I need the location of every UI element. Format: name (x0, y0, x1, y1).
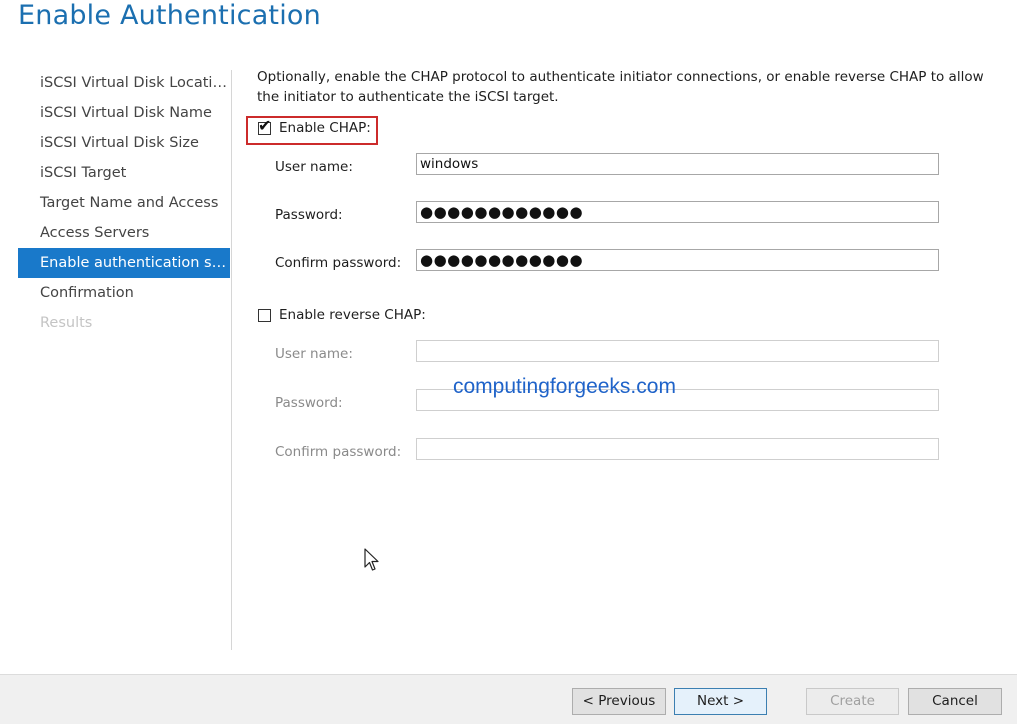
wizard-steps-nav: iSCSI Virtual Disk Location iSCSI Virtua… (18, 68, 230, 338)
page-title: Enable Authentication (18, 0, 321, 31)
enable-reverse-chap-label: Enable reverse CHAP: (279, 307, 426, 323)
chap-password-field[interactable]: ●●●●●●●●●●●● (416, 201, 939, 223)
nav-item-disk-name[interactable]: iSCSI Virtual Disk Name (18, 98, 230, 128)
nav-item-disk-location[interactable]: iSCSI Virtual Disk Location (18, 68, 230, 98)
nav-item-enable-authentication[interactable]: Enable authentication ser... (18, 248, 230, 278)
nav-item-confirmation[interactable]: Confirmation (18, 278, 230, 308)
enable-reverse-chap-checkbox[interactable] (258, 308, 271, 322)
reverse-confirm-password-label: Confirm password: (275, 444, 402, 460)
reverse-user-name-label: User name: (275, 346, 353, 362)
create-button: Create (806, 688, 899, 715)
reverse-confirm-password-field (416, 438, 939, 460)
chap-password-label: Password: (275, 207, 343, 223)
enable-reverse-chap-row[interactable]: Enable reverse CHAP: (258, 307, 426, 323)
nav-divider (231, 70, 232, 650)
description-text: Optionally, enable the CHAP protocol to … (257, 69, 984, 105)
reverse-user-name-field (416, 340, 939, 362)
next-button[interactable]: Next > (674, 688, 767, 715)
enable-chap-checkbox[interactable]: ✔ (258, 117, 271, 135)
previous-button[interactable]: < Previous (572, 688, 666, 715)
chap-confirm-password-label: Confirm password: (275, 255, 402, 271)
nav-item-disk-size[interactable]: iSCSI Virtual Disk Size (18, 128, 230, 158)
mouse-pointer-icon (364, 548, 380, 576)
chap-user-name-label: User name: (275, 159, 353, 175)
nav-item-target-name-access[interactable]: Target Name and Access (18, 188, 230, 218)
reverse-password-label: Password: (275, 395, 343, 411)
chap-user-name-field[interactable]: windows (416, 153, 939, 175)
nav-item-results: Results (40, 315, 93, 331)
watermark-text: computingforgeeks.com (453, 375, 676, 398)
enable-chap-row[interactable]: ✔ Enable CHAP: (258, 117, 371, 136)
nav-item-access-servers[interactable]: Access Servers (18, 218, 230, 248)
checkmark-icon: ✔ (258, 115, 272, 135)
enable-chap-label: Enable CHAP: (279, 120, 371, 136)
nav-item-iscsi-target[interactable]: iSCSI Target (18, 158, 230, 188)
chap-confirm-password-field[interactable]: ●●●●●●●●●●●● (416, 249, 939, 271)
cancel-button[interactable]: Cancel (908, 688, 1002, 715)
